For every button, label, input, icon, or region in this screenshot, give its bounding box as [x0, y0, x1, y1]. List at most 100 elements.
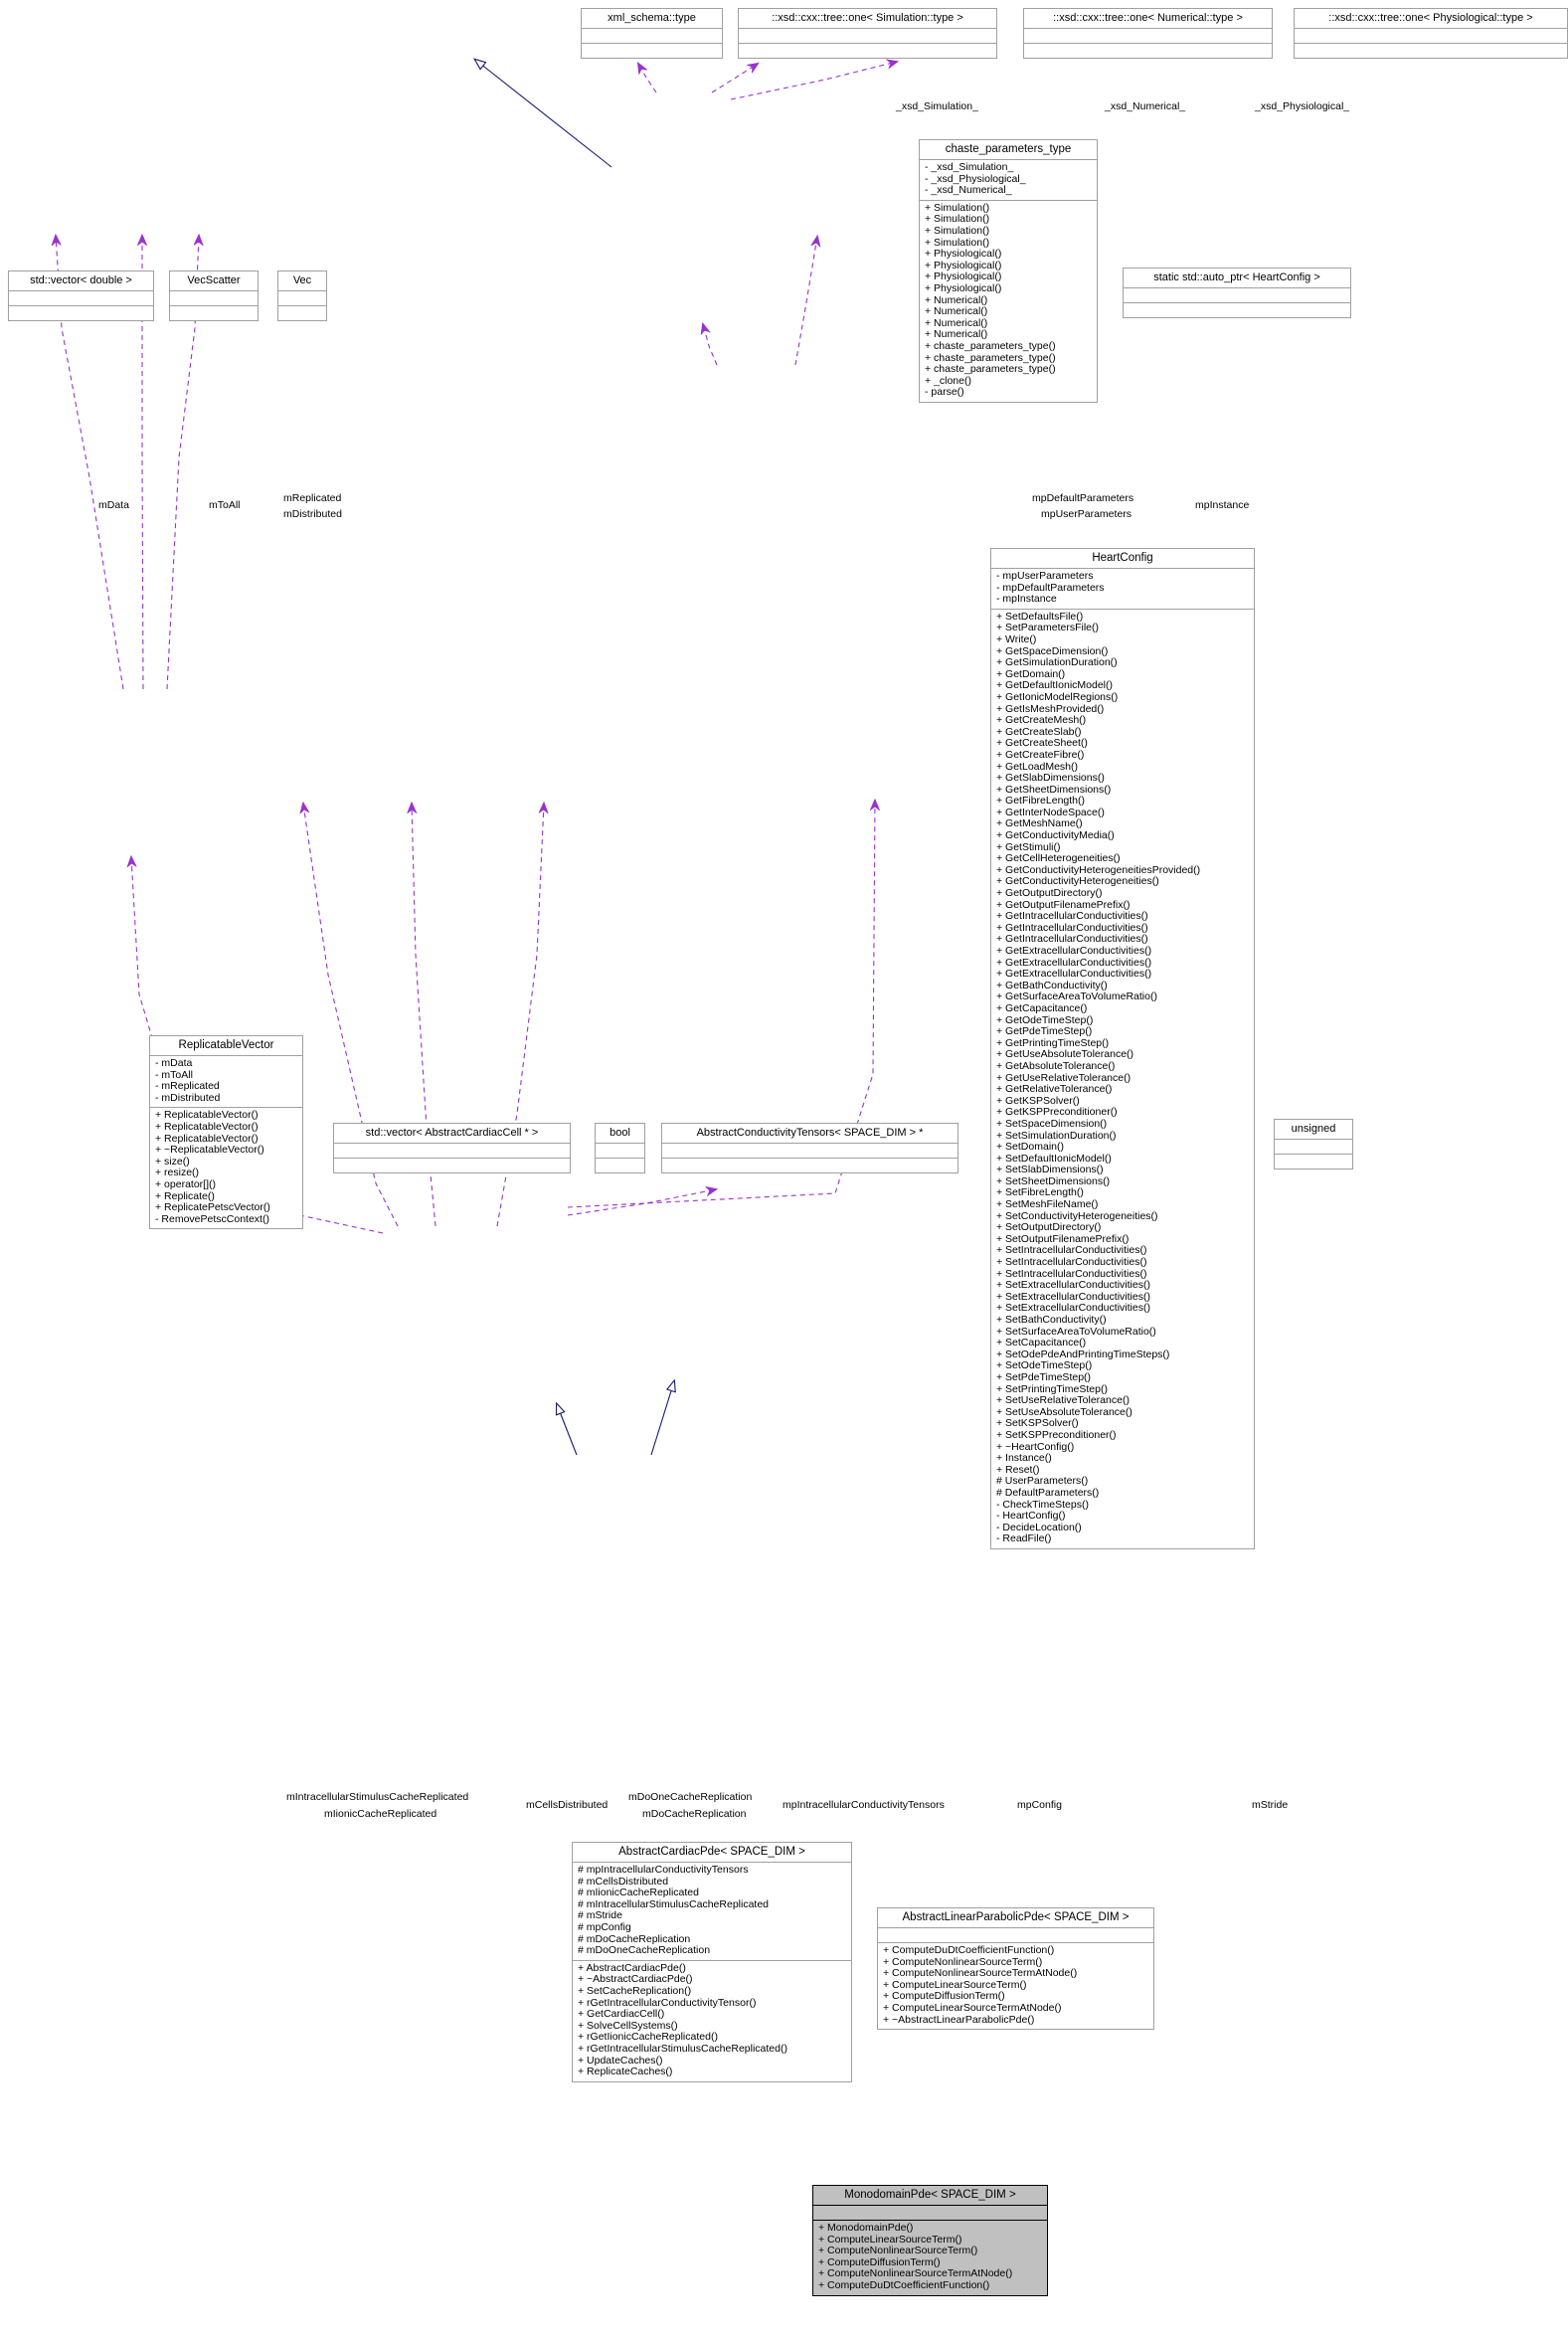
class-node-attributes [278, 290, 326, 305]
class-node-attributes: - mData - mToAll - mReplicated - mDistribut… [150, 1055, 302, 1107]
edge-label-mreplicated: mReplicated [283, 492, 342, 504]
class-node-methods [662, 1158, 958, 1172]
class-attribute: # mpConfig [578, 1920, 631, 1933]
edge-assoc-mpconfig [567, 1189, 716, 1216]
class-method: + ReplicatableVector() [155, 1120, 259, 1133]
class-attribute: - _xsd_Simulation_ [925, 161, 1014, 173]
class-method: + SetPdeTimeStep() [996, 1370, 1092, 1383]
class-node-methods [1295, 43, 1567, 58]
class-method: + chaste_parameters_type() [925, 339, 1056, 352]
class-method: + rGetIntracellularStimulusCacheReplicat… [578, 2042, 787, 2055]
class-attribute: - mpInstance [996, 593, 1057, 606]
edge-label-xsd-numerical: _xsd_Numerical_ [1105, 100, 1186, 112]
class-node-vec[interactable]: Vec [277, 270, 327, 321]
class-node-bool[interactable]: bool [595, 1123, 645, 1173]
class-node-title: AbstractLinearParabolicPde< SPACE_DIM > [902, 1911, 1130, 1923]
class-node-attributes [878, 1927, 1153, 1942]
class-node-title: Vec [292, 274, 312, 286]
edge-label-mtoall: mToAll [209, 499, 241, 511]
edge-assoc-xsd-simulation [638, 64, 657, 93]
class-node-methods [278, 305, 326, 320]
edge-label-mpconfig: mpConfig [1017, 1799, 1062, 1811]
class-node-std-vector-abstractcardiaccell-ptr[interactable]: std::vector< AbstractCardiacCell * > [333, 1123, 571, 1173]
class-node-abstract-conductivity-tensors[interactable]: AbstractConductivityTensors< SPACE_DIM >… [661, 1123, 958, 1173]
class-node-title: AbstractConductivityTensors< SPACE_DIM >… [696, 1127, 924, 1139]
class-node-methods: + SetDefaultsFile() + SetParametersFile()… [991, 608, 1254, 1548]
class-method: + SetSpaceDimension() [996, 1117, 1108, 1130]
class-node-abstract-linear-parabolic-pde[interactable]: AbstractLinearParabolicPde< SPACE_DIM > +… [877, 1907, 1154, 2031]
class-node-unsigned[interactable]: unsigned [1274, 1119, 1353, 1170]
edge-assoc-xsd-numerical [711, 64, 758, 93]
class-method: + ReplicateCaches() [578, 2066, 673, 2078]
class-node-attributes [596, 1143, 644, 1158]
class-node-replicatablevector[interactable]: ReplicatableVector - mData - mToAll - mRepl… [149, 1035, 303, 1230]
class-node-attributes [170, 290, 258, 305]
class-method: + GetCreateFibre() [996, 748, 1085, 761]
class-node-title: xml_schema::type [608, 12, 696, 24]
class-node-title: static std::auto_ptr< HeartConfig > [1153, 271, 1320, 283]
class-node-std-vector-double[interactable]: std::vector< double > [8, 270, 154, 321]
class-method: + Physiological() [925, 248, 1002, 261]
class-node-abstract-cardiac-pde[interactable]: AbstractCardiacPde< SPACE_DIM > # mpIntra… [572, 1842, 852, 2082]
class-method: + GetCapacitance() [996, 1001, 1088, 1014]
edge-label-mdistributed: mDistributed [283, 508, 342, 520]
class-method: + GetPdeTimeStep() [996, 1025, 1093, 1038]
class-node-attributes [739, 28, 996, 43]
class-node-attributes [9, 290, 153, 305]
class-node-monodomain-pde[interactable]: MonodomainPde< SPACE_DIM > + MonodomainPd… [812, 2185, 1048, 2296]
class-method: + GetConductivityMedia() [996, 829, 1115, 842]
class-method: + MonodomainPde() [818, 2222, 914, 2234]
class-method: + SetIntracellularConductivities() [996, 1256, 1147, 1269]
class-node-attributes [1024, 28, 1272, 43]
class-attribute: - mDistributed [155, 1091, 221, 1104]
class-node-methods [9, 305, 153, 320]
class-method: + SetKSPPreconditioner() [996, 1428, 1117, 1441]
class-node-methods [170, 305, 258, 320]
edge-label-mdoonecachereplication: mDoOneCacheReplication [628, 1791, 753, 1803]
class-method: - HeartConfig() [996, 1510, 1066, 1523]
class-method: + GetAbsoluteTolerance() [996, 1059, 1116, 1072]
edge-label-mpintracellularconductivitytensors: mpIntracellularConductivityTensors [783, 1799, 945, 1811]
class-method: + GetSlabDimensions() [996, 772, 1105, 785]
edge-assoc-mpinstance [794, 237, 817, 366]
class-method: + ComputeDuDtCoefficientFunction() [818, 2278, 990, 2291]
class-node-xml_schema::type[interactable]: xml_schema::type [581, 8, 723, 59]
edge-assoc-xsd-physiological [730, 62, 897, 100]
class-node-xsd-one-numerical[interactable]: ::xsd::cxx::tree::one< Numerical::type > [1023, 8, 1273, 59]
class-node-chaste-parameters-type[interactable]: chaste_parameters_type - _xsd_Simulation_… [919, 139, 1098, 403]
class-node-static-auto-ptr-heartconfig[interactable]: static std::auto_ptr< HeartConfig > [1123, 268, 1351, 318]
class-node-attributes [813, 2205, 1047, 2220]
class-method: + GetCreateMesh() [996, 714, 1087, 727]
class-node-methods: + MonodomainPde() + ComputeLinearSourceTe… [813, 2220, 1047, 2295]
class-node-methods [596, 1158, 644, 1172]
edge-label-mcellsdistributed: mCellsDistributed [526, 1799, 609, 1811]
class-node-methods [582, 43, 722, 58]
class-node-methods [1024, 43, 1272, 58]
class-node-title: ::xsd::cxx::tree::one< Numerical::type > [1053, 12, 1243, 24]
class-node-title: VecScatter [187, 274, 241, 286]
class-node-title: ::xsd::cxx::tree::one< Simulation::type … [772, 12, 963, 24]
edge-label-xsd-simulation: _xsd_Simulation_ [896, 100, 978, 112]
class-attribute: - mpUserParameters [996, 570, 1094, 582]
class-node-xsd-one-physiological[interactable]: ::xsd::cxx::tree::one< Physiological::ty… [1294, 8, 1568, 59]
class-method: + operator[]() [155, 1177, 216, 1190]
class-method: + SetMeshFileName() [996, 1198, 1099, 1211]
edge-label-mintracellularstimuluscachereplicated: mIntracellularStimulusCacheReplicated [286, 1791, 469, 1803]
class-node-title: AbstractCardiacPde< SPACE_DIM > [618, 1846, 805, 1858]
class-node-vecscatter[interactable]: VecScatter [169, 270, 259, 321]
edge-label-mionicachereplicated: mIionicCacheReplicated [324, 1808, 437, 1820]
class-attribute: # mpIntracellularConductivityTensors [578, 1864, 749, 1876]
class-node-methods [1275, 1154, 1352, 1169]
edge-assoc-mpdefault-mpuser [703, 324, 718, 366]
class-attribute: - mData [155, 1057, 193, 1069]
class-method: + ReplicatePetscVector() [155, 1201, 270, 1214]
class-node-attributes: # mpIntracellularConductivityTensors # mC… [573, 1862, 851, 1960]
class-node-heartconfig[interactable]: HeartConfig - mpUserParameters - mpDefault… [990, 548, 1255, 1549]
class-method: + ~ReplicatableVector() [155, 1144, 264, 1157]
class-method: + ~AbstractLinearParabolicPde() [883, 2013, 1035, 2026]
class-node-attributes: - mpUserParameters - mpDefaultParameters -… [991, 568, 1254, 609]
class-node-methods [1124, 302, 1350, 317]
class-node-methods: + AbstractCardiacPde() + ~AbstractCardiac… [573, 1959, 851, 2081]
class-node-xsd-one-simulation[interactable]: ::xsd::cxx::tree::one< Simulation::type … [738, 8, 997, 59]
class-node-attributes [582, 28, 722, 43]
